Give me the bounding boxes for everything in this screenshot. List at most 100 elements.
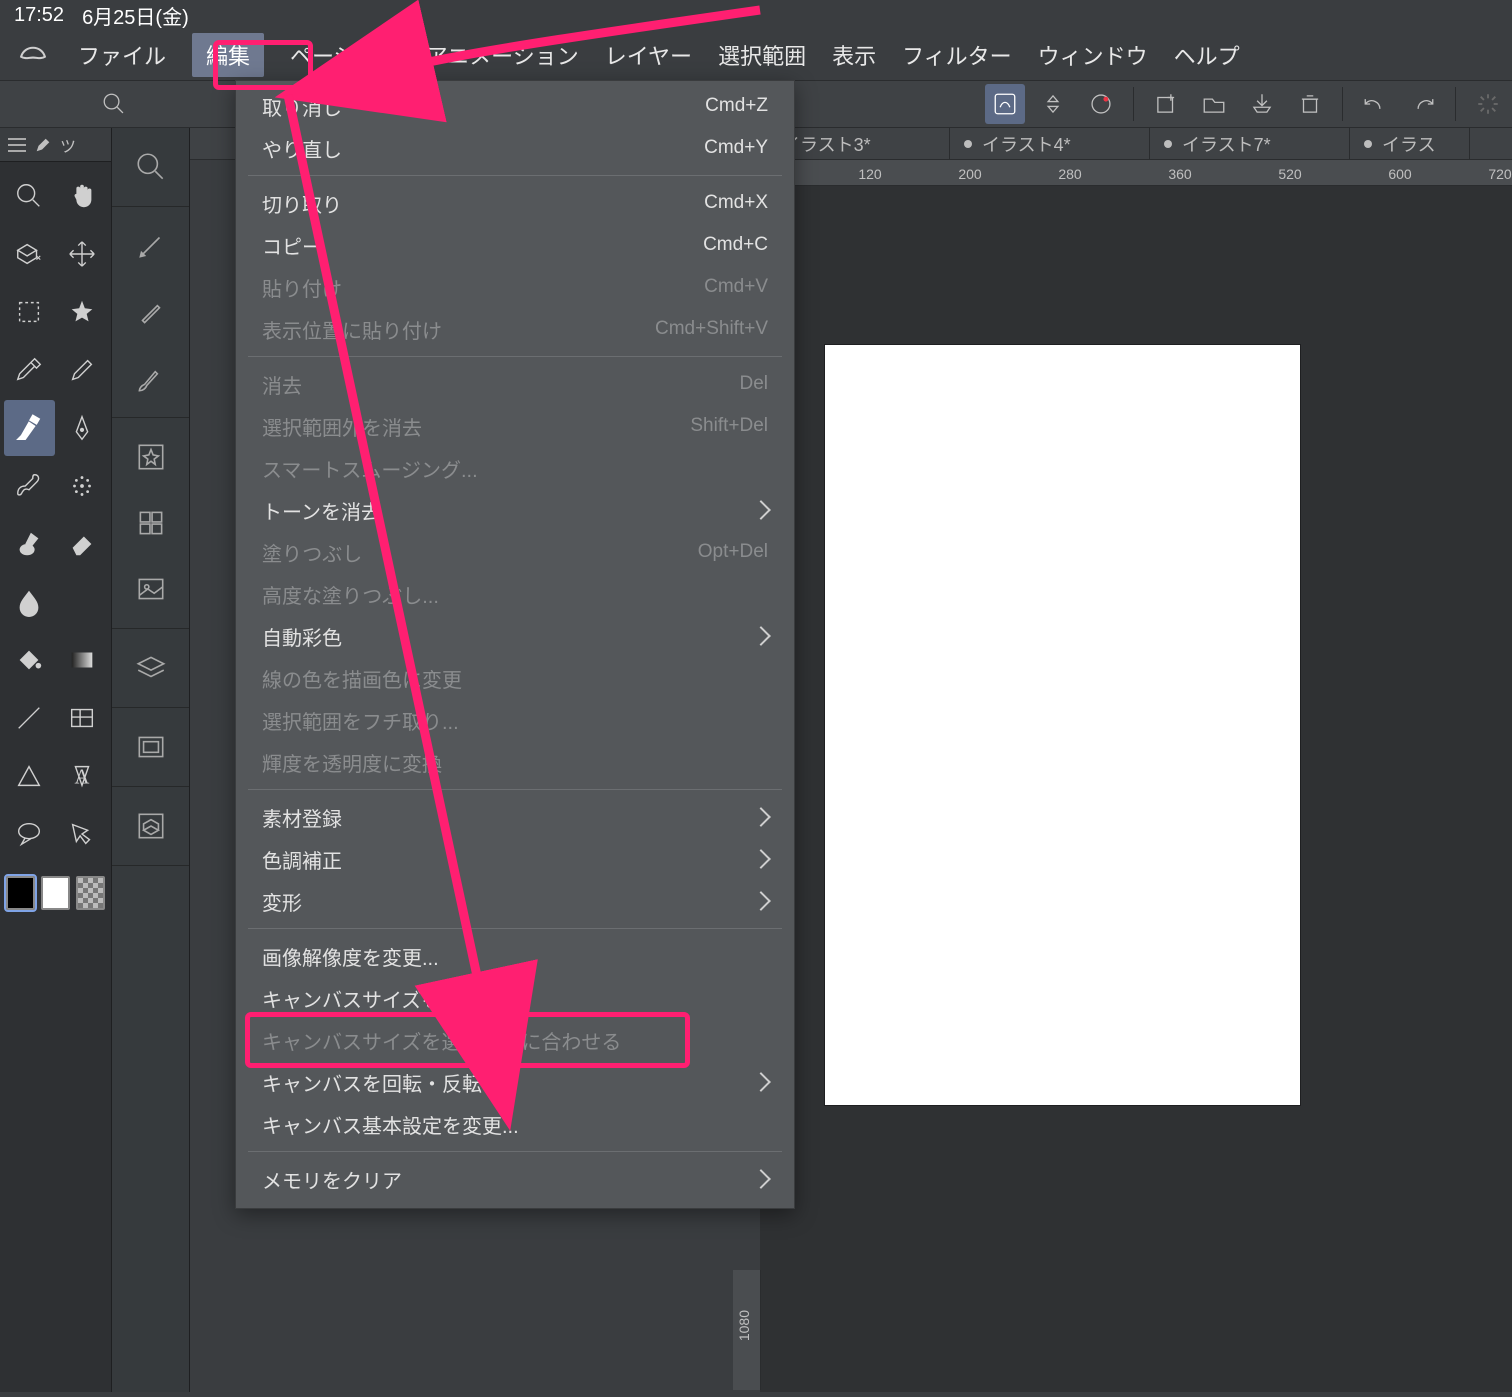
menu-item-outline-selection: 選択範囲をフチ取り... xyxy=(236,699,794,741)
menu-file[interactable]: ファイル xyxy=(78,35,166,75)
document-tab[interactable]: イラスト4* xyxy=(950,128,1150,159)
menu-item-advanced-fill: 高度な塗りつぶし... xyxy=(236,573,794,615)
chevron-right-icon xyxy=(751,1169,771,1189)
subtool-decoration-icon[interactable] xyxy=(112,424,189,490)
menu-selection[interactable]: 選択範囲 xyxy=(718,35,806,75)
tool-autoSelect[interactable] xyxy=(57,284,108,340)
tool-ruler-shape[interactable] xyxy=(4,748,55,804)
menu-item-copy[interactable]: コピーCmd+C xyxy=(236,224,794,266)
macos-statusbar: 17:52 6月25日(金) xyxy=(0,0,1512,30)
tool-gradient[interactable] xyxy=(57,632,108,688)
subtool-brush-a-icon[interactable] xyxy=(112,345,189,411)
menu-item-redo[interactable]: やり直しCmd+Y xyxy=(236,127,794,169)
menu-item-brightness-to-alpha: 輝度を透明度に変換 xyxy=(236,741,794,783)
record-icon[interactable] xyxy=(1081,84,1121,124)
subtool-zoom-icon[interactable] xyxy=(112,134,189,200)
subtool-layers-icon[interactable] xyxy=(112,635,189,701)
app-logo-icon[interactable] xyxy=(14,36,52,74)
tool-marquee[interactable] xyxy=(4,284,55,340)
pen-icon xyxy=(34,136,52,154)
zoom-fit-button[interactable] xyxy=(94,84,134,124)
menu-item-tonal-correction[interactable]: 色調補正 xyxy=(236,838,794,880)
ruler-tick: 1080 xyxy=(736,1310,752,1341)
expand-icon[interactable] xyxy=(1033,84,1073,124)
clock-time: 17:52 xyxy=(14,4,64,27)
tool-path-move[interactable] xyxy=(57,806,108,862)
menu-item-remove-tone[interactable]: トーンを消去 xyxy=(236,489,794,531)
menu-item-line-to-drawcolor: 線の色を描画色に変更 xyxy=(236,657,794,699)
menu-window[interactable]: ウィンドウ xyxy=(1038,35,1148,75)
color-swatches xyxy=(0,868,111,918)
tab-label: イラスト7* xyxy=(1182,131,1271,157)
ruler-tick: 600 xyxy=(1388,166,1411,182)
menu-item-canvas-basic-settings[interactable]: キャンバス基本設定を変更... xyxy=(236,1103,794,1145)
subtool-pen-a-icon[interactable] xyxy=(112,213,189,279)
new-layer-icon[interactable] xyxy=(1146,84,1186,124)
dirty-dot-icon xyxy=(1364,140,1372,148)
tool-pen[interactable] xyxy=(57,400,108,456)
menu-item-transform[interactable]: 変形 xyxy=(236,880,794,922)
tool-hand[interactable] xyxy=(57,168,108,224)
menu-item-undo[interactable]: 取り消しCmd+Z xyxy=(236,85,794,127)
canvas[interactable] xyxy=(825,345,1300,1105)
annotation-highlight-menu xyxy=(213,40,313,90)
chevron-right-icon xyxy=(751,500,771,520)
tool-text[interactable]: A xyxy=(57,748,108,804)
tool-object-move[interactable] xyxy=(4,226,55,282)
swatch-transparent[interactable] xyxy=(76,876,105,910)
tool-fill[interactable] xyxy=(4,632,55,688)
subtool-grid-icon[interactable] xyxy=(112,490,189,556)
menu-item-auto-color[interactable]: 自動彩色 xyxy=(236,615,794,657)
menu-item-cut[interactable]: 切り取りCmd+X xyxy=(236,182,794,224)
undo-icon[interactable] xyxy=(1355,84,1395,124)
subtool-3d-icon[interactable] xyxy=(112,793,189,859)
subtool-frame-icon[interactable] xyxy=(112,556,189,622)
tool-highlighter[interactable] xyxy=(4,400,55,456)
menu-layer[interactable]: レイヤー xyxy=(605,35,692,75)
tool-line[interactable] xyxy=(4,690,55,746)
chevron-right-icon xyxy=(751,1072,771,1092)
save-icon[interactable] xyxy=(1242,84,1282,124)
horizontal-ruler: 120 200 280 360 520 600 720 xyxy=(760,160,1512,186)
tool-smudge[interactable] xyxy=(4,516,55,572)
redo-icon[interactable] xyxy=(1403,84,1443,124)
ruler-tick: 360 xyxy=(1168,166,1191,182)
swatch-background[interactable] xyxy=(41,876,70,910)
menu-item-fill: 塗りつぶしOpt+Del xyxy=(236,531,794,573)
menu-view[interactable]: 表示 xyxy=(832,35,876,75)
menu-item-clear-memory[interactable]: メモリをクリア xyxy=(236,1158,794,1200)
swatch-foreground[interactable] xyxy=(6,876,35,910)
vertical-ruler: 1080 xyxy=(733,1270,761,1390)
annotation-highlight-item xyxy=(245,1012,690,1068)
menu-filter[interactable]: フィルター xyxy=(902,35,1012,75)
open-icon[interactable] xyxy=(1194,84,1234,124)
menu-item-change-resolution[interactable]: 画像解像度を変更... xyxy=(236,935,794,977)
tool-speech-bubble[interactable] xyxy=(4,806,55,862)
progress-spinner-icon xyxy=(1468,84,1508,124)
tool-frame[interactable] xyxy=(57,690,108,746)
menu-item-register-material[interactable]: 素材登録 xyxy=(236,796,794,838)
tool-brush[interactable] xyxy=(4,458,55,514)
tool-zoom[interactable] xyxy=(4,168,55,224)
tool-eyedropper[interactable] xyxy=(4,342,55,398)
document-tab[interactable]: イラスト7* xyxy=(1150,128,1350,159)
menu-help[interactable]: ヘルプ xyxy=(1174,35,1240,75)
tool-pencil[interactable] xyxy=(57,342,108,398)
delete-icon[interactable] xyxy=(1290,84,1330,124)
subtool-pencil-a-icon[interactable] xyxy=(112,279,189,345)
snap-selection-icon[interactable] xyxy=(985,84,1025,124)
chevron-right-icon xyxy=(751,626,771,646)
tool-move[interactable] xyxy=(57,226,108,282)
menu-animation[interactable]: アニメーション xyxy=(426,35,579,75)
tool-airbrush[interactable] xyxy=(57,458,108,514)
tool-blend[interactable] xyxy=(4,574,55,630)
palette-header[interactable]: ツ xyxy=(0,128,111,162)
menu-item-paste: 貼り付けCmd+V xyxy=(236,266,794,308)
tool-palette: ツ A xyxy=(0,128,112,1392)
tool-eraser[interactable] xyxy=(57,516,108,572)
menu-icon[interactable] xyxy=(8,138,26,152)
document-tab[interactable]: イラス xyxy=(1350,128,1470,159)
menu-item-paste-in-place: 表示位置に貼り付けCmd+Shift+V xyxy=(236,308,794,350)
subtool-panel-icon[interactable] xyxy=(112,714,189,780)
chevron-right-icon xyxy=(751,891,771,911)
